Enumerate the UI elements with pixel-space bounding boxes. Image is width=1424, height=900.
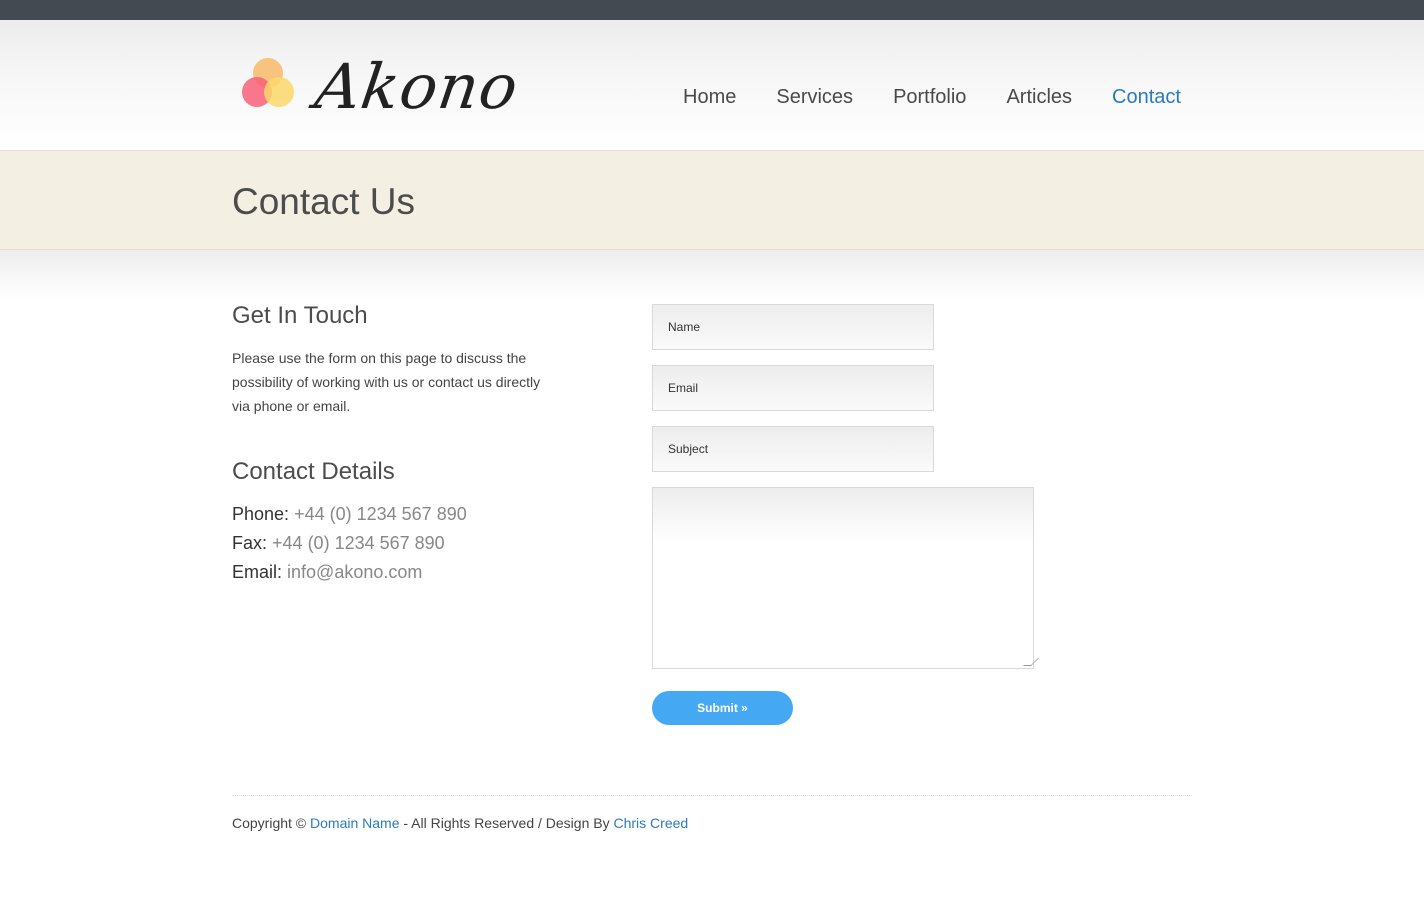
email-label: Email: [232,562,283,582]
subject-input[interactable] [653,427,933,471]
page-banner: Contact Us [0,151,1424,250]
email-row: Email: info@akono.com [232,558,562,587]
nav-articles[interactable]: Articles [1006,84,1072,112]
nav-home[interactable]: Home [683,84,736,112]
get-in-touch-heading: Get In Touch [232,302,368,329]
email-input[interactable] [653,366,933,410]
top-bar [0,0,1424,20]
phone-label: Phone: [232,504,290,524]
contact-info: Get In Touch Please use the form on this… [232,300,562,587]
footer-divider [232,795,1192,796]
page-title: Contact Us [232,181,416,222]
fax-label: Fax: [232,533,268,553]
site-logo[interactable]: Akono [240,50,523,126]
copyright-text: Copyright © [232,815,307,831]
message-textarea[interactable] [653,488,1033,668]
email-value[interactable]: info@akono.com [287,562,422,582]
name-input[interactable] [653,305,933,349]
intro-text: Please use the form on this page to disc… [232,350,541,414]
fax-value: +44 (0) 1234 567 890 [272,533,445,553]
logo-circles-icon [242,58,294,107]
rights-text: - All Rights Reserved / Design By [403,815,610,831]
nav-services[interactable]: Services [776,84,853,112]
contact-form: Submit » [652,304,1039,725]
name-field-wrapper [652,304,934,350]
phone-value: +44 (0) 1234 567 890 [294,504,467,524]
nav-portfolio[interactable]: Portfolio [893,84,966,112]
subject-field-wrapper [652,426,934,472]
phone-row: Phone: +44 (0) 1234 567 890 [232,500,562,529]
logo-wordmark: Akono [310,50,524,123]
banner-shadow [0,250,1424,300]
contact-details-list: Phone: +44 (0) 1234 567 890 Fax: +44 (0)… [232,500,562,587]
domain-name-link[interactable]: Domain Name [310,815,399,831]
nav-contact[interactable]: Contact [1112,84,1181,112]
email-field-wrapper [652,365,934,411]
site-header: Akono Home Services Portfolio Articles C… [0,20,1424,151]
fax-row: Fax: +44 (0) 1234 567 890 [232,529,562,558]
site-footer: Copyright © Domain Name - All Rights Res… [232,815,688,831]
designer-link[interactable]: Chris Creed [613,815,688,831]
message-field-wrapper [652,487,1039,669]
contact-details-heading: Contact Details [232,458,395,485]
main-nav: Home Services Portfolio Articles Contact [683,84,1181,112]
submit-button[interactable]: Submit » [652,691,793,725]
